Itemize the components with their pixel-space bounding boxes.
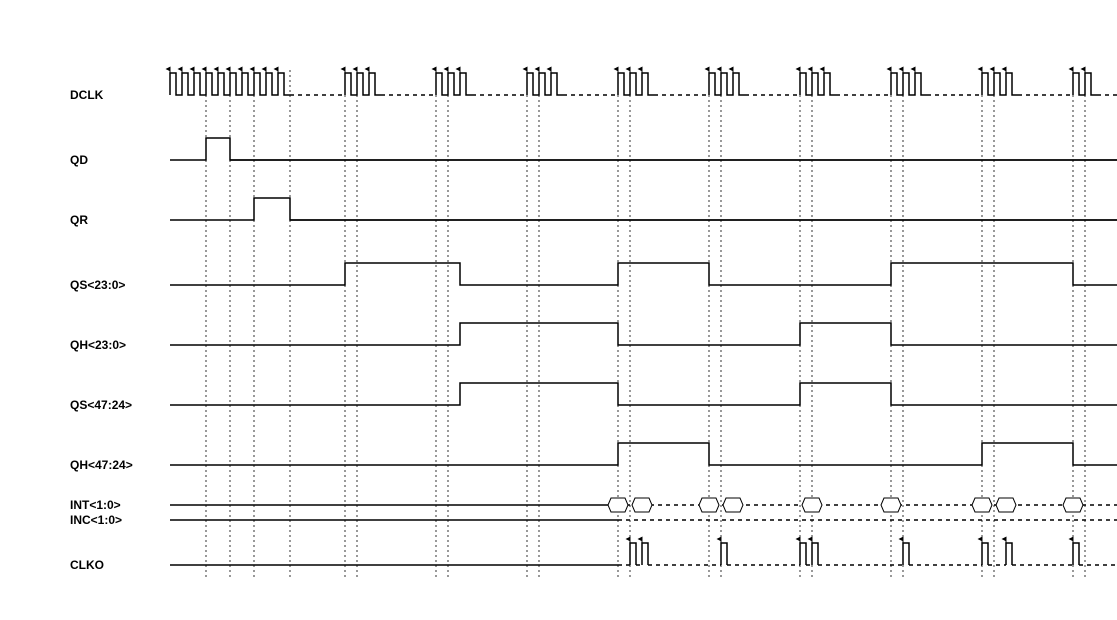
label-qr: QR bbox=[70, 213, 88, 227]
label-qh230: QH<23:0> bbox=[70, 338, 126, 352]
timing-diagram: DCLK QD QR QS<23:0> QH<23:0> QS<47:24> QH<47:2… bbox=[0, 0, 1117, 620]
signal-labels: DCLK QD QR QS<23:0> QH<23:0> QS<47:24> QH<47:2… bbox=[70, 88, 133, 572]
label-inc10: INC<1:0> bbox=[70, 513, 122, 527]
label-dclk: DCLK bbox=[70, 88, 104, 102]
label-qh4724: QH<47:24> bbox=[70, 458, 133, 472]
label-clko: CLKO bbox=[70, 558, 104, 572]
waveforms bbox=[170, 69, 1117, 565]
label-qs230: QS<23:0> bbox=[70, 278, 125, 292]
label-qs4724: QS<47:24> bbox=[70, 398, 132, 412]
label-qd: QD bbox=[70, 153, 88, 167]
label-int10: INT<1:0> bbox=[70, 498, 121, 512]
